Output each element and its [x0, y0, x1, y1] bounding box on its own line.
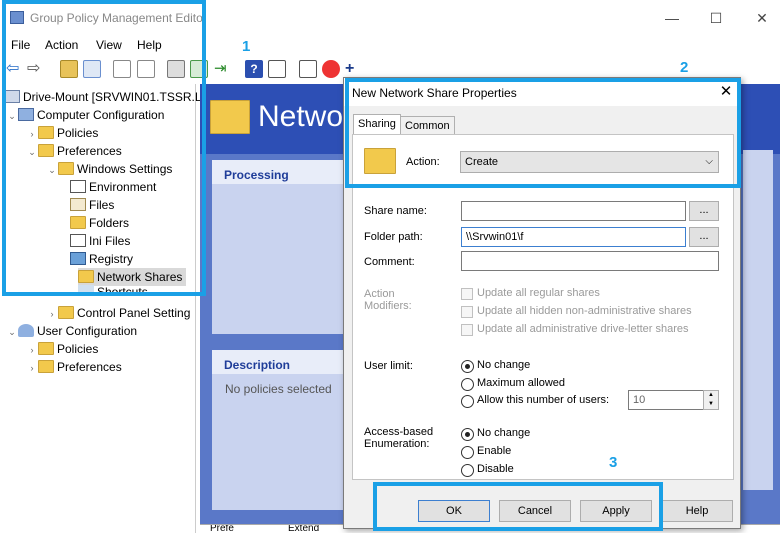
description-heading: Description: [224, 358, 291, 372]
details-title: Netwo: [258, 100, 344, 133]
no-policies-text: No policies selected: [225, 382, 332, 396]
stop-icon[interactable]: [322, 60, 340, 78]
comment-input[interactable]: [461, 251, 719, 271]
processing-heading: Processing: [224, 168, 289, 182]
admin-shares-label: Update all administrative drive-letter s…: [477, 323, 689, 335]
user-limit-no-change-label: No change: [477, 359, 531, 371]
radio-abe-no-change[interactable]: [461, 428, 474, 441]
abe-enable-label: Enable: [477, 445, 512, 457]
tab-preferences[interactable]: Prefe: [210, 525, 234, 533]
user-count-spinner[interactable]: ▲ ▼: [703, 390, 719, 410]
export-icon[interactable]: ⇥: [214, 60, 232, 78]
callout-box-3: [373, 482, 663, 531]
add-icon[interactable]: +: [345, 60, 363, 78]
callout-number-3: 3: [609, 454, 618, 471]
view-icon[interactable]: [299, 60, 317, 78]
share-name-label: Share name:: [364, 205, 427, 217]
help-icon[interactable]: ?: [245, 60, 263, 78]
share-name-browse-button[interactable]: ...: [689, 201, 719, 221]
hidden-shares-label: Update all hidden non-administrative sha…: [477, 305, 692, 317]
tab-extended[interactable]: Extend: [288, 525, 319, 533]
folder-path-browse-button[interactable]: ...: [689, 227, 719, 247]
checkbox-hidden-shares[interactable]: [461, 306, 473, 318]
callout-box-2: [345, 78, 741, 188]
maximize-button[interactable]: ☐: [706, 8, 726, 28]
collapsed-chevron-icon[interactable]: ›: [46, 305, 58, 323]
checkbox-regular-shares[interactable]: [461, 288, 473, 300]
radio-abe-enable[interactable]: [461, 446, 474, 459]
properties-icon[interactable]: [268, 60, 286, 78]
folder-path-input[interactable]: \\Srvwin01\f: [461, 227, 686, 247]
folder-icon: [38, 342, 54, 355]
user-count-input[interactable]: 10: [628, 390, 704, 410]
share-name-input[interactable]: [461, 201, 686, 221]
radio-allow-number[interactable]: [461, 395, 474, 408]
folder-icon: [38, 360, 54, 373]
close-button[interactable]: ✕: [752, 8, 772, 28]
tree-item-user-preferences[interactable]: › Preferences: [26, 358, 122, 376]
collapsed-chevron-icon[interactable]: ›: [26, 341, 38, 359]
checkbox-admin-shares[interactable]: [461, 324, 473, 336]
tree-item-user-config[interactable]: ⌄ User Configuration: [6, 322, 137, 340]
processing-panel: [212, 160, 344, 334]
tree-item-control-panel[interactable]: › Control Panel Setting: [46, 304, 190, 322]
abe-label: Access-based Enumeration:: [364, 426, 434, 450]
radio-user-limit-no-change[interactable]: [461, 360, 474, 373]
tree-item-user-policies[interactable]: › Policies: [26, 340, 98, 358]
folder-icon: [58, 306, 74, 319]
description-panel: [212, 350, 344, 510]
abe-disable-label: Disable: [477, 463, 514, 475]
action-modifiers-label: Action Modifiers:: [364, 288, 412, 312]
user-limit-label: User limit:: [364, 360, 413, 372]
comment-label: Comment:: [364, 256, 415, 268]
folder-path-label: Folder path:: [364, 231, 423, 243]
abe-no-change-label: No change: [477, 427, 531, 439]
callout-number-2: 2: [680, 59, 689, 76]
user-icon: [18, 324, 34, 337]
radio-maximum-allowed[interactable]: [461, 378, 474, 391]
maximum-allowed-label: Maximum allowed: [477, 377, 566, 389]
expanded-chevron-icon[interactable]: ⌄: [6, 323, 18, 341]
allow-number-label: Allow this number of users:: [477, 394, 610, 406]
callout-number-1: 1: [242, 38, 251, 55]
help-button[interactable]: Help: [661, 500, 733, 522]
network-share-large-icon: [210, 100, 250, 134]
radio-abe-disable[interactable]: [461, 464, 474, 477]
regular-shares-label: Update all regular shares: [477, 287, 600, 299]
collapsed-chevron-icon[interactable]: ›: [26, 359, 38, 377]
callout-box-1: [2, 0, 206, 296]
minimize-button[interactable]: —: [662, 8, 682, 28]
